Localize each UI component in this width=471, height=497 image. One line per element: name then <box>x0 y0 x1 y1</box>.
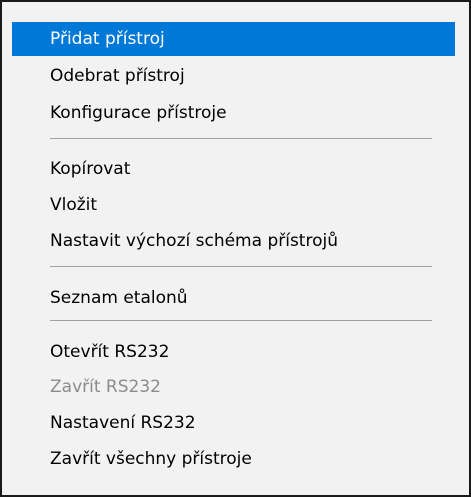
menu-item-zavrit-vsechny-pristroje[interactable]: Zavřít všechny přístroje <box>12 442 455 476</box>
menu-separator <box>50 266 432 267</box>
menu-separator <box>50 320 432 321</box>
menu-item-konfigurace-pristroje[interactable]: Konfigurace přístroje <box>12 96 455 130</box>
menu-separator <box>50 138 432 139</box>
menu-item-zavrit-rs232: Zavřít RS232 <box>50 377 161 397</box>
context-menu: Přidat přístroj Odebrat přístroj Konfigu… <box>0 0 471 497</box>
menu-item-pridat-pristroj[interactable]: Přidat přístroj <box>12 22 455 56</box>
menu-item-nastavit-vychozi-schema[interactable]: Nastavit výchozí schéma přístrojů <box>12 224 455 258</box>
menu-item-otevrit-rs232[interactable]: Otevřít RS232 <box>12 335 455 369</box>
menu-item-nastaveni-rs232[interactable]: Nastavení RS232 <box>12 406 455 440</box>
menu-item-seznam-etalonu[interactable]: Seznam etalonů <box>12 281 455 315</box>
menu-item-kopirovat[interactable]: Kopírovat <box>12 152 455 186</box>
menu-item-odebrat-pristroj[interactable]: Odebrat přístroj <box>12 59 455 93</box>
menu-item-vlozit[interactable]: Vložit <box>12 188 455 222</box>
